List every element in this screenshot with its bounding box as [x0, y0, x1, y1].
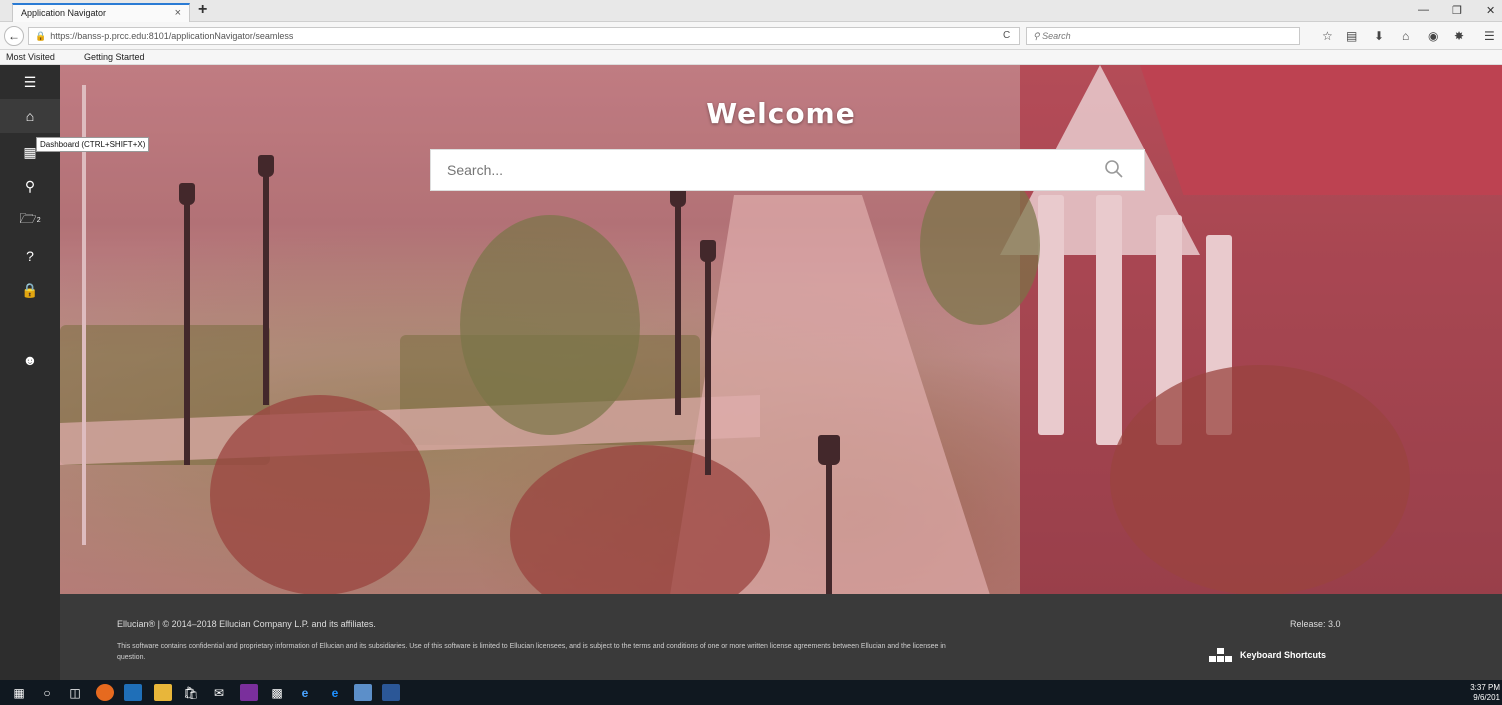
firefox-icon[interactable] — [96, 684, 114, 701]
word-icon[interactable] — [382, 684, 400, 701]
app-footer: Ellucian® | © 2014–2018 Ellucian Company… — [60, 594, 1502, 680]
reload-icon[interactable]: C — [1003, 30, 1010, 41]
lock-icon[interactable]: 🔒 — [0, 273, 60, 307]
browser-menu-icon[interactable]: ☰ — [1484, 29, 1495, 43]
help-icon[interactable]: ? — [0, 239, 60, 273]
home-icon[interactable]: ⌂ — [1402, 29, 1409, 43]
app-search-input[interactable] — [431, 150, 1071, 190]
legal-notice: This software contains confidential and … — [117, 643, 946, 661]
welcome-title: Welcome — [706, 97, 856, 130]
bookmark-getting-started[interactable]: Getting Started — [84, 52, 145, 62]
clock-date: 9/6/201 — [1473, 693, 1500, 702]
new-tab-button[interactable]: + — [198, 1, 207, 19]
window-close-icon[interactable]: ✕ — [1486, 4, 1495, 17]
browser-search-placeholder: Search — [1042, 31, 1071, 41]
app-search-box[interactable] — [430, 149, 1145, 191]
system-clock[interactable]: 3:37 PM 9/6/201 — [1470, 683, 1500, 703]
browser-nav-bar: ← 🔒 https://banss-p.prcc.edu:8101/applica… — [0, 22, 1502, 50]
bookmarks-bar: Most Visited Getting Started — [0, 50, 1502, 65]
back-button[interactable]: ← — [4, 26, 24, 46]
browser-tab[interactable]: Application Navigator × — [12, 3, 190, 22]
home-icon[interactable]: ⌂ — [0, 99, 60, 133]
search-icon[interactable]: ⚲ — [0, 169, 60, 203]
download-icon[interactable]: ⬇ — [1374, 29, 1384, 43]
app-icon[interactable]: ▩ — [268, 684, 286, 701]
internet-explorer-icon[interactable]: e — [296, 684, 314, 701]
app-sidebar: ☰ ⌂ ▦ ⚲ 🗁 2 ? 🔒 ☻ — [0, 65, 60, 680]
browser-tab-strip: Application Navigator × + — ❐ ✕ — [0, 0, 1502, 22]
search-icon[interactable] — [1104, 159, 1124, 179]
bookmark-most-visited[interactable]: Most Visited — [6, 52, 55, 62]
tab-close-icon[interactable]: × — [175, 7, 181, 19]
outlook-icon[interactable] — [124, 684, 142, 701]
clock-time: 3:37 PM — [1470, 683, 1500, 692]
onenote-icon[interactable] — [240, 684, 258, 701]
release-version: Release: 3.0 — [1290, 619, 1341, 629]
extension-icon[interactable]: ✸ — [1454, 29, 1464, 43]
url-text: https://banss-p.prcc.edu:8101/applicatio… — [50, 31, 294, 41]
store-icon[interactable]: 🛍 — [182, 684, 200, 701]
os-taskbar: ▦ ○ ◫ 🛍 ✉ ▩ e e 3:37 PM 9/6/201 — [0, 680, 1502, 705]
file-explorer-icon[interactable] — [154, 684, 172, 701]
hero-color-overlay — [60, 65, 1502, 594]
lock-icon: 🔒 — [35, 31, 47, 41]
minimize-icon[interactable]: — — [1418, 4, 1429, 16]
copyright-text: Ellucian® | © 2014–2018 Ellucian Company… — [117, 619, 376, 629]
folder-icon[interactable]: 🗁 2 — [0, 203, 60, 237]
windows-start-icon[interactable]: ▦ — [10, 684, 28, 701]
photos-icon[interactable] — [354, 684, 372, 701]
recent-count-badge: 2 — [36, 216, 41, 224]
mail-icon[interactable]: ✉ — [210, 684, 228, 701]
keyboard-icon — [1209, 648, 1232, 662]
cortana-search-icon[interactable]: ○ — [38, 684, 56, 701]
menu-icon[interactable]: ☰ — [0, 65, 60, 99]
keyboard-shortcuts-label: Keyboard Shortcuts — [1240, 650, 1327, 660]
address-bar[interactable]: 🔒 https://banss-p.prcc.edu:8101/applicati… — [28, 27, 1020, 45]
welcome-hero: Welcome — [60, 65, 1502, 594]
browser-search-field[interactable]: ⚲ Search — [1026, 27, 1300, 45]
restore-icon[interactable]: ❐ — [1452, 4, 1462, 17]
user-profile-icon[interactable]: ☻ — [0, 343, 60, 377]
edge-icon[interactable]: e — [326, 684, 344, 701]
tab-title: Application Navigator — [21, 8, 107, 18]
reading-list-icon[interactable]: ▤ — [1346, 29, 1357, 43]
dashboard-tooltip: Dashboard (CTRL+SHIFT+X) — [36, 137, 150, 152]
task-view-icon[interactable]: ◫ — [66, 684, 84, 701]
bookmark-star-icon[interactable]: ☆ — [1322, 29, 1333, 43]
keyboard-shortcuts-link[interactable]: Keyboard Shortcuts — [1208, 647, 1326, 663]
pocket-icon[interactable]: ◉ — [1428, 29, 1438, 43]
